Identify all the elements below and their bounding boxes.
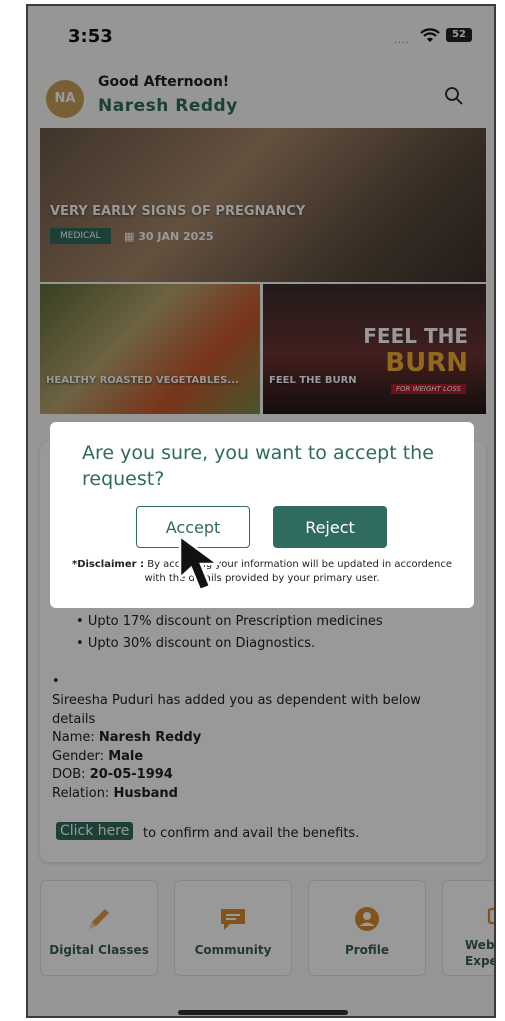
- disclaimer: *Disclaimer : By accepting your informat…: [70, 558, 454, 586]
- accept-request-dialog: Are you sure, you want to accept the req…: [50, 422, 474, 608]
- mouse-pointer-icon: [178, 533, 240, 600]
- disclaimer-label: *Disclaimer :: [71, 559, 145, 570]
- dialog-question: Are you sure, you want to accept the req…: [82, 442, 434, 490]
- reject-button[interactable]: Reject: [273, 506, 387, 548]
